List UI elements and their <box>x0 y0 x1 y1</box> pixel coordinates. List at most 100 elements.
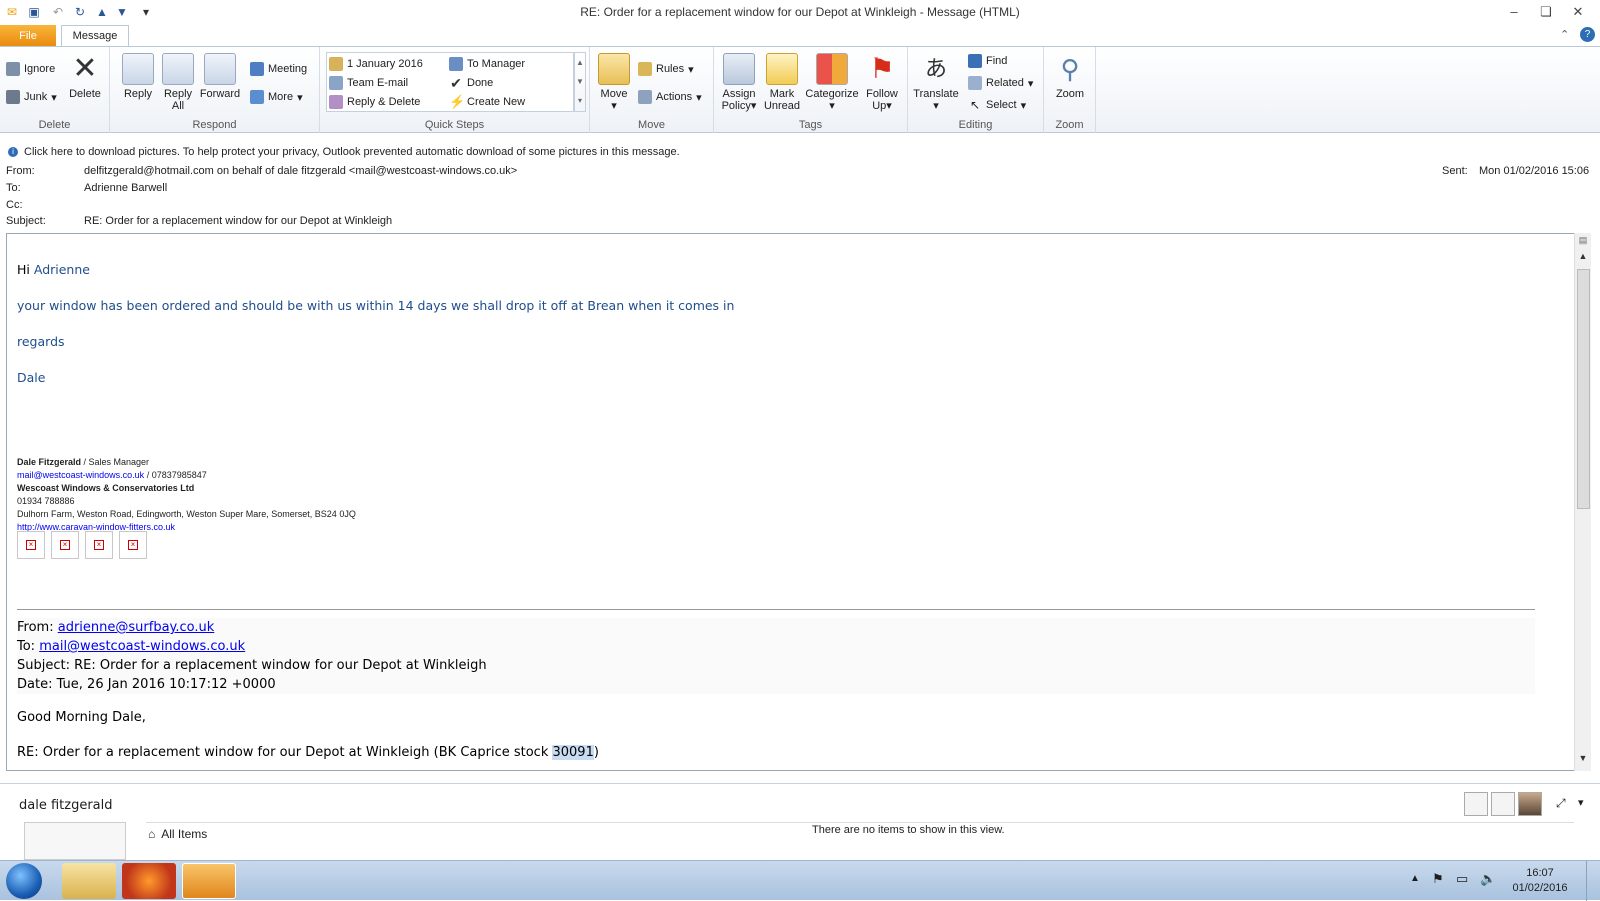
follow-up-button[interactable]: ⚑ Follow Up▾ <box>862 53 902 112</box>
signature-images: × × × × <box>17 531 157 563</box>
quoted-to-link[interactable]: mail@westcoast-windows.co.uk <box>39 639 245 654</box>
checkmark-icon: ✔ <box>450 75 462 91</box>
related-button[interactable]: Related ▾ <box>968 74 1033 92</box>
reply-button[interactable]: Reply <box>118 53 158 100</box>
sent-label: Sent: <box>1442 165 1468 177</box>
tags-group: Assign Policy▾ Mark Unread Categorize ▾ ⚑ Fo… <box>714 47 908 133</box>
body-scrollbar[interactable]: ▤ ▲ ▼ <box>1574 233 1591 771</box>
actions-button[interactable]: Actions ▾ <box>638 88 702 106</box>
meeting-button[interactable]: Meeting <box>250 60 307 78</box>
start-button[interactable] <box>6 863 42 899</box>
junk-button[interactable]: Junk ▾ <box>6 88 57 106</box>
to-manager-icon <box>449 57 463 71</box>
show-desktop-button[interactable] <box>1586 861 1600 901</box>
home-icon: ⌂ <box>148 827 156 841</box>
help-icon[interactable]: ? <box>1580 27 1595 42</box>
lightning-icon: ⚡ <box>449 94 466 109</box>
move-group-label: Move <box>638 119 665 131</box>
broken-image-icon[interactable]: × <box>119 531 147 559</box>
mark-unread-button[interactable]: Mark Unread <box>762 53 802 112</box>
firefox-taskbar-icon[interactable] <box>122 863 176 899</box>
contact-photo[interactable] <box>1518 792 1542 816</box>
quoted-header: From: adrienne@surfbay.co.uk To: mail@we… <box>17 618 1535 694</box>
scroll-options-icon[interactable]: ▤ <box>1576 235 1590 247</box>
editing-group: あ Translate ▾ Find Related ▾ ↖ Select ▾ Editi… <box>908 47 1044 133</box>
tags-group-label: Tags <box>798 119 823 131</box>
people-pane-name: dale fitzgerald <box>19 798 113 813</box>
team-email-icon <box>329 76 343 90</box>
clock[interactable]: 16:07 01/02/2016 <box>1510 866 1570 896</box>
zoom-button[interactable]: ⚲ Zoom <box>1050 53 1090 100</box>
show-hidden-icons[interactable]: ▲ <box>1410 873 1420 884</box>
broken-image-icon[interactable]: × <box>85 531 113 559</box>
delete-button[interactable]: ✕ Delete <box>66 53 104 101</box>
expand-icon[interactable]: ⤢ <box>1556 796 1566 811</box>
more-icon <box>250 90 264 104</box>
message-body[interactable]: Hi Adrienne your window has been ordered… <box>6 233 1575 771</box>
network-icon[interactable]: ▭ <box>1456 871 1468 887</box>
quoted-from-link[interactable]: adrienne@surfbay.co.uk <box>58 620 215 635</box>
tab-message[interactable]: Message <box>61 25 129 47</box>
quickstep-reply-delete[interactable]: Reply & Delete <box>329 93 420 111</box>
more-button[interactable]: More ▾ <box>250 88 303 106</box>
volume-icon[interactable]: 🔈 <box>1480 871 1496 887</box>
respond-group-label: Respond <box>192 119 237 131</box>
quote-divider <box>17 609 1535 610</box>
quickstep-team-email[interactable]: Team E-mail <box>329 74 408 92</box>
contact-photo-placeholder[interactable] <box>1491 792 1515 816</box>
translate-button[interactable]: あ Translate ▾ <box>912 53 960 112</box>
scroll-down-arrow[interactable]: ▼ <box>1576 753 1590 767</box>
quickstep-create-new[interactable]: ⚡ Create New <box>449 93 525 111</box>
forward-button[interactable]: Forward <box>198 53 242 100</box>
move-button[interactable]: Move ▾ <box>596 53 632 112</box>
chevron-down-icon: ▾ <box>829 100 835 112</box>
quick-steps-group: 1 January 2016 To Manager Team E-mail ✔ D… <box>320 47 590 133</box>
restore-button[interactable]: ❏ <box>1532 2 1560 22</box>
empty-view-message: There are no items to show in this view. <box>812 824 1005 836</box>
download-pictures-bar[interactable]: i Click here to download pictures. To he… <box>0 143 1600 161</box>
explorer-taskbar-icon[interactable] <box>62 863 116 899</box>
all-items-tab[interactable]: ⌂ All Items <box>148 827 207 841</box>
quickstep-done[interactable]: ✔ Done <box>449 74 493 92</box>
mark-unread-icon <box>766 53 798 85</box>
close-button[interactable]: ✕ <box>1564 2 1592 22</box>
reply-delete-icon <box>329 95 343 109</box>
chevron-down-icon: ▾ <box>1027 77 1034 90</box>
junk-icon <box>6 90 20 104</box>
window-title: RE: Order for a replacement window for o… <box>580 5 1020 19</box>
from-value[interactable]: delfitzgerald@hotmail.com on behalf of d… <box>84 165 517 177</box>
to-value[interactable]: Adrienne Barwell <box>84 182 167 194</box>
assign-policy-icon <box>723 53 755 85</box>
move-group: Move ▾ Rules ▾ Actions ▾ Move <box>590 47 714 133</box>
rules-button[interactable]: Rules ▾ <box>638 60 694 78</box>
cursor-icon: ↖ <box>969 98 981 112</box>
tab-file[interactable]: File <box>0 25 56 47</box>
reply-all-button[interactable]: Reply All <box>158 53 198 112</box>
action-center-flag-icon[interactable]: ⚑ <box>1432 871 1444 887</box>
quickstep-to-manager[interactable]: To Manager <box>449 55 525 73</box>
quick-steps-scroll[interactable]: ▲ ▼ ▾ <box>574 52 586 112</box>
broken-image-icon[interactable]: × <box>51 531 79 559</box>
signature-email-link[interactable]: mail@westcoast-windows.co.uk <box>17 470 144 480</box>
contact-photo-placeholder[interactable] <box>1464 792 1488 816</box>
minimize-button[interactable]: – <box>1500 2 1528 22</box>
actions-icon <box>638 90 652 104</box>
select-button[interactable]: ↖ Select ▾ <box>968 96 1026 114</box>
scroll-up-arrow[interactable]: ▲ <box>1576 251 1590 265</box>
minimize-ribbon-icon[interactable]: ⌃ <box>1560 28 1569 41</box>
chevron-down-icon[interactable]: ▾ <box>1578 796 1584 809</box>
chevron-down-icon: ▾ <box>1020 99 1027 112</box>
assign-policy-button[interactable]: Assign Policy▾ <box>718 53 760 112</box>
respond-group: Reply Reply All Forward Meeting More ▾ Res… <box>110 47 320 133</box>
categorize-button[interactable]: Categorize ▾ <box>804 53 860 112</box>
find-button[interactable]: Find <box>968 52 1007 70</box>
quickstep-1-january-2016[interactable]: 1 January 2016 <box>329 55 423 73</box>
quick-steps-group-label: Quick Steps <box>424 119 485 131</box>
subject-value: RE: Order for a replacement window for o… <box>84 215 393 227</box>
ignore-button[interactable]: Ignore <box>6 60 55 78</box>
scroll-thumb[interactable] <box>1577 269 1590 509</box>
outlook-taskbar-icon[interactable] <box>182 863 236 899</box>
broken-image-icon[interactable]: × <box>17 531 45 559</box>
avatar <box>24 822 126 860</box>
related-icon <box>968 76 982 90</box>
